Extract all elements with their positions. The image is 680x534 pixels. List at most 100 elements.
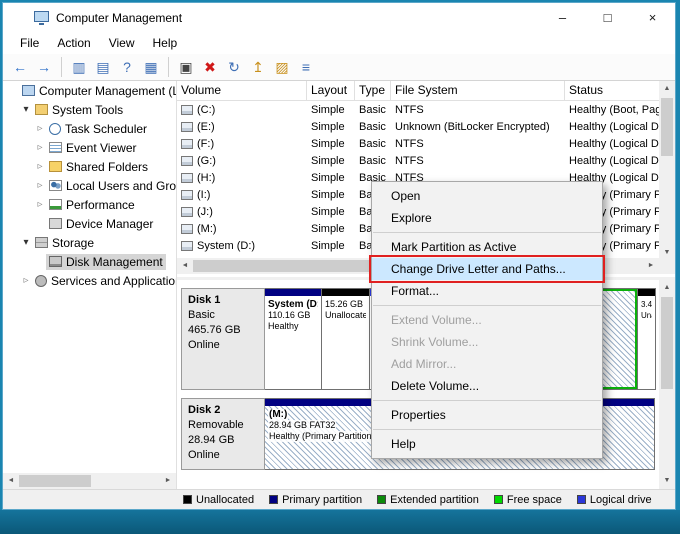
drive-icon — [181, 207, 193, 217]
list-view-icon[interactable]: ≡ — [295, 56, 317, 78]
tree-item-system-tools[interactable]: ▾ System Tools — [3, 100, 176, 119]
tree-item-label: Device Manager — [66, 217, 153, 231]
tree-item-device-manager[interactable]: Device Manager — [3, 214, 176, 233]
chevron-right-icon[interactable]: ▹ — [34, 180, 46, 191]
tree-item-performance[interactable]: ▹ Performance — [3, 195, 176, 214]
scroll-left-icon[interactable]: ◄ — [3, 473, 19, 489]
storage-icon — [35, 237, 48, 248]
volume-vertical-scrollbar[interactable]: ▲ ▼ — [659, 81, 675, 261]
chevron-right-icon[interactable]: ▹ — [34, 199, 46, 210]
menu-item-explore[interactable]: Explore — [372, 207, 602, 229]
refresh-icon[interactable]: ↻ — [223, 56, 245, 78]
close-button[interactable]: × — [630, 3, 675, 32]
chevron-right-icon[interactable]: ▹ — [34, 142, 46, 153]
menu-action[interactable]: Action — [48, 33, 99, 54]
menu-item-properties[interactable]: Properties — [372, 404, 602, 426]
chevron-right-icon[interactable]: ▹ — [20, 275, 32, 286]
action-dialog-icon[interactable]: ▣ — [175, 56, 197, 78]
legend-logical-drive: Logical drive — [577, 494, 652, 506]
column-header-status[interactable]: Status — [565, 81, 659, 100]
menu-view[interactable]: View — [100, 33, 144, 54]
menu-file[interactable]: File — [11, 33, 48, 54]
table-row[interactable]: (C:) SimpleBasic NTFSHealthy (Boot, Page… — [177, 101, 659, 118]
computer-icon — [22, 85, 35, 96]
maximize-button[interactable]: □ — [585, 3, 630, 32]
tree-item-label: Storage — [52, 236, 94, 250]
device-manager-icon — [49, 218, 62, 229]
column-header-file-system[interactable]: File System — [391, 81, 565, 100]
tree-item-event-viewer[interactable]: ▹ Event Viewer — [3, 138, 176, 157]
users-icon — [49, 180, 62, 191]
menu-item-mark-partition-active[interactable]: Mark Partition as Active — [372, 236, 602, 258]
toolbar: ← → ▥ ▤ ? ▦ ▣ ✖ ↻ ↥ ▨ ≡ — [3, 54, 675, 81]
legend-swatch — [494, 495, 503, 504]
folder-icon[interactable]: ▨ — [271, 56, 293, 78]
volume-list-header: Volume Layout Type File System Status — [177, 81, 659, 101]
partition-free[interactable]: 3.49 GB Unallocated — [637, 289, 655, 389]
performance-icon — [49, 199, 62, 210]
chevron-right-icon[interactable]: ▹ — [34, 123, 46, 134]
tree-item-task-scheduler[interactable]: ▹ Task Scheduler — [3, 119, 176, 138]
column-header-layout[interactable]: Layout — [307, 81, 355, 100]
scroll-down-icon[interactable]: ▼ — [659, 473, 675, 489]
help-icon[interactable]: ? — [116, 56, 138, 78]
menu-item-change-drive-letter[interactable]: Change Drive Letter and Paths... — [372, 258, 602, 280]
window-title: Computer Management — [56, 11, 182, 25]
menu-item-format[interactable]: Format... — [372, 280, 602, 302]
tree-item-local-users-groups[interactable]: ▹ Local Users and Groups — [3, 176, 176, 195]
legend-swatch — [577, 495, 586, 504]
tree-item-shared-folders[interactable]: ▹ Shared Folders — [3, 157, 176, 176]
disk-vertical-scrollbar[interactable]: ▲ ▼ — [659, 280, 675, 489]
tree-item-services-applications[interactable]: ▹ Services and Applications — [3, 271, 176, 290]
tree-item-computer-management[interactable]: Computer Management (Local) — [3, 81, 176, 100]
tree-item-storage[interactable]: ▾ Storage — [3, 233, 176, 252]
disk-2-label[interactable]: Disk 2 Removable 28.94 GB Online — [181, 398, 265, 470]
table-row[interactable]: (E:) SimpleBasic Unknown (BitLocker Encr… — [177, 118, 659, 135]
scroll-right-icon[interactable]: ► — [160, 473, 176, 489]
menu-item-delete-volume[interactable]: Delete Volume... — [372, 375, 602, 397]
minimize-button[interactable]: – — [540, 3, 585, 32]
console-window-icon[interactable]: ▦ — [140, 56, 162, 78]
partition-system[interactable]: System (D:) 110.16 GB Healthy — [265, 289, 321, 389]
chevron-down-icon[interactable]: ▾ — [20, 104, 32, 115]
delete-icon[interactable]: ✖ — [199, 56, 221, 78]
back-icon[interactable]: ← — [9, 56, 31, 78]
menu-separator — [373, 232, 601, 233]
chevron-down-icon[interactable]: ▾ — [20, 237, 32, 248]
chevron-right-icon[interactable]: ▹ — [34, 161, 46, 172]
menu-separator — [373, 429, 601, 430]
toolbar-separator — [168, 57, 169, 77]
move-up-icon[interactable]: ↥ — [247, 56, 269, 78]
legend-free-space: Free space — [494, 494, 562, 506]
drive-icon — [181, 105, 193, 115]
forward-icon[interactable]: → — [33, 56, 55, 78]
column-header-volume[interactable]: Volume — [177, 81, 307, 100]
scroll-left-icon[interactable]: ◄ — [177, 258, 193, 274]
scroll-right-icon[interactable]: ► — [643, 258, 659, 274]
scrollbar-thumb[interactable] — [661, 98, 673, 156]
menu-item-open[interactable]: Open — [372, 185, 602, 207]
scrollbar-thumb[interactable] — [661, 297, 673, 389]
system-tools-icon — [35, 104, 48, 115]
show-console-tree-icon[interactable]: ▥ — [68, 56, 90, 78]
scrollbar-thumb[interactable] — [19, 475, 91, 487]
shared-folders-icon — [49, 161, 62, 172]
disk-management-icon — [49, 256, 62, 267]
legend-extended-partition: Extended partition — [377, 494, 479, 506]
tree-horizontal-scrollbar[interactable]: ◄ ► — [3, 473, 176, 489]
tree-item-label: Services and Applications — [51, 274, 177, 288]
title-bar[interactable]: Computer Management – □ × — [3, 3, 675, 33]
partition-legend: Unallocated Primary partition Extended p… — [3, 489, 675, 509]
menu-help[interactable]: Help — [144, 33, 187, 54]
table-row[interactable]: (G:) SimpleBasic NTFSHealthy (Logical Dr… — [177, 152, 659, 169]
toolbar-separator — [61, 57, 62, 77]
export-list-icon[interactable]: ▤ — [92, 56, 114, 78]
column-header-type[interactable]: Type — [355, 81, 391, 100]
table-row[interactable]: (F:) SimpleBasic NTFSHealthy (Logical Dr… — [177, 135, 659, 152]
menu-item-help[interactable]: Help — [372, 433, 602, 455]
tree-item-disk-management[interactable]: Disk Management — [3, 252, 176, 271]
partition-unallocated[interactable]: 15.26 GB Unallocated — [321, 289, 369, 389]
scroll-up-icon[interactable]: ▲ — [659, 280, 675, 296]
scroll-up-icon[interactable]: ▲ — [659, 81, 675, 97]
disk-1-label[interactable]: Disk 1 Basic 465.76 GB Online — [181, 288, 265, 390]
